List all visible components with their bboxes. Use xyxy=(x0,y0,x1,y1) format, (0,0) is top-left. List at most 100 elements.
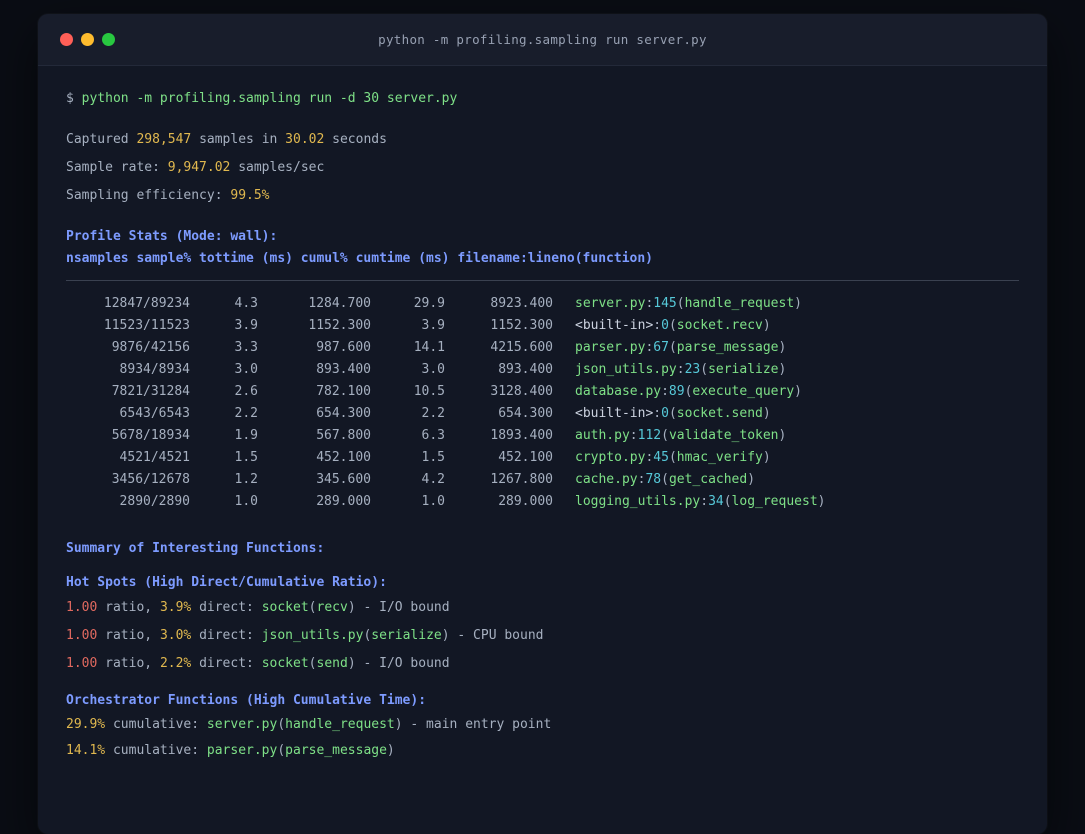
terminal-text-segment: ( xyxy=(308,656,317,671)
terminal-text-segment: nsamples sample% tottime (ms) cumul% cum… xyxy=(66,251,653,266)
table-cell: 1.2 xyxy=(234,472,258,487)
terminal-text-segment: ( xyxy=(661,428,669,443)
terminal-text-segment: socket.recv xyxy=(676,318,763,333)
terminal-text-segment: 112 xyxy=(637,428,662,443)
terminal-line-hotspot: 1.00 ratio, 3.9% direct: socket(recv) - … xyxy=(66,594,1019,622)
terminal-text-segment: parser.py xyxy=(575,340,646,355)
terminal-text-segment: execute_query xyxy=(692,384,795,399)
terminal-text-segment: ( xyxy=(668,406,677,421)
traffic-lights xyxy=(60,14,115,65)
terminal-text-segment: serialize xyxy=(708,362,779,377)
terminal-line-row: 7821/31284 2.6 782.100 10.5 3128.400 database… xyxy=(66,381,1019,403)
terminal-text-segment: - CPU bound xyxy=(449,628,544,643)
table-cell: 3.0 xyxy=(234,362,258,377)
table-cell: 654.300 xyxy=(498,406,553,421)
terminal-line-section-heading: Summary of Interesting Functions: xyxy=(66,538,1019,560)
terminal-text-segment: cumulative: xyxy=(105,717,207,732)
terminal-text-segment: hmac_verify xyxy=(676,450,763,465)
terminal-text-segment: 9,947.02 xyxy=(167,160,231,175)
table-cell: 3128.400 xyxy=(490,384,553,399)
terminal-line-row: 4521/4521 1.5 452.100 1.5 452.100 crypto.py:4… xyxy=(66,447,1019,469)
terminal-text-segment: $ xyxy=(66,91,82,106)
table-cell: 567.800 xyxy=(316,428,371,443)
table-cell: 345.600 xyxy=(316,472,371,487)
terminal-text-segment: 0 xyxy=(661,318,669,333)
table-cell: 2.2 xyxy=(234,406,258,421)
table-cell: 893.400 xyxy=(498,362,553,377)
terminal-text-segment: python -m profiling.sampling run -d 30 s… xyxy=(81,91,458,106)
terminal-text-segment: 3.9% xyxy=(159,600,192,615)
terminal-text-segment: get_cached xyxy=(668,472,748,487)
terminal-text-segment: ( xyxy=(277,717,286,732)
terminal-text-segment: server.py xyxy=(575,296,646,311)
terminal-line-row: 6543/6543 2.2 654.300 2.2 654.300 <built-in>:… xyxy=(66,403,1019,425)
terminal-line-divider xyxy=(66,280,1019,281)
table-cell: 6.3 xyxy=(421,428,445,443)
terminal-line-row: 8934/8934 3.0 893.400 3.0 893.400 json_utils.… xyxy=(66,359,1019,381)
table-cell-location: logging_utils.py:34(log_request) xyxy=(553,491,1019,513)
terminal-text-segment: serialize xyxy=(371,628,442,643)
terminal-text-segment: 34 xyxy=(708,494,724,509)
terminal-text-segment: 1.00 xyxy=(66,600,98,615)
terminal-line-row: 11523/11523 3.9 1152.300 3.9 1152.300 <built-… xyxy=(66,315,1019,337)
terminal-text-segment: samples in xyxy=(191,132,286,147)
terminal-text-segment: ( xyxy=(676,296,685,311)
table-cell: 14.1 xyxy=(413,340,445,355)
table-cell: 6543/6543 xyxy=(119,406,190,421)
terminal-line-hotspot: 1.00 ratio, 3.0% direct: json_utils.py(s… xyxy=(66,622,1019,650)
terminal-text-segment: recv xyxy=(316,600,348,615)
terminal-text-segment: crypto.py xyxy=(575,450,646,465)
terminal-text-segment: - main entry point xyxy=(402,717,552,732)
terminal-line-cmd: $ python -m profiling.sampling run -d 30… xyxy=(66,88,1019,110)
terminal-text-segment: ( xyxy=(668,340,677,355)
titlebar: python -m profiling.sampling run server.… xyxy=(38,14,1047,66)
terminal-text-segment: ) xyxy=(778,340,787,355)
terminal-text-segment: ) xyxy=(347,600,356,615)
window-title: python -m profiling.sampling run server.… xyxy=(378,32,707,47)
terminal-text-segment: 89 xyxy=(668,384,685,399)
terminal-text-segment: 45 xyxy=(653,450,669,465)
terminal-line-row: 3456/12678 1.2 345.600 4.2 1267.800 cache.py:… xyxy=(66,469,1019,491)
table-cell: 654.300 xyxy=(316,406,371,421)
terminal-text-segment: ( xyxy=(723,494,732,509)
table-cell: 4521/4521 xyxy=(119,450,190,465)
terminal-text-segment: socket.send xyxy=(676,406,763,421)
table-cell: 452.100 xyxy=(316,450,371,465)
terminal-line-table-header: nsamples sample% tottime (ms) cumul% cum… xyxy=(66,248,1019,270)
terminal-text-segment: 23 xyxy=(684,362,701,377)
table-cell-location: cache.py:78(get_cached) xyxy=(553,469,1019,491)
maximize-button[interactable] xyxy=(102,33,115,46)
terminal-text-segment: logging_utils.py xyxy=(575,494,701,509)
terminal-text-segment: handle_request xyxy=(285,717,395,732)
minimize-button[interactable] xyxy=(81,33,94,46)
terminal-text-segment: 2.2% xyxy=(159,656,192,671)
terminal-text-segment: auth.py xyxy=(575,428,630,443)
table-cell: 1.0 xyxy=(421,494,445,509)
table-cell: 1.5 xyxy=(421,450,445,465)
terminal-text-segment: 30.02 xyxy=(285,132,325,147)
table-cell-location: crypto.py:45(hmac_verify) xyxy=(553,447,1019,469)
table-cell-location: server.py:145(handle_request) xyxy=(553,293,1019,315)
table-cell: 4215.600 xyxy=(490,340,553,355)
terminal-text-segment: ) xyxy=(762,406,771,421)
terminal-text-segment: 14.1% xyxy=(66,743,106,758)
table-cell: 1152.300 xyxy=(490,318,553,333)
terminal-text-segment: Captured xyxy=(66,132,137,147)
table-cell: 3.3 xyxy=(234,340,258,355)
terminal-text-segment: - I/O bound xyxy=(355,600,450,615)
terminal-line-hotspot: 1.00 ratio, 2.2% direct: socket(send) - … xyxy=(66,650,1019,678)
table-cell: 10.5 xyxy=(413,384,445,399)
terminal-text-segment: ( xyxy=(661,472,669,487)
terminal-text-segment: handle_request xyxy=(684,296,795,311)
table-cell: 3456/12678 xyxy=(111,472,190,487)
terminal-text-segment: Profile Stats (Mode: wall): xyxy=(66,229,278,244)
terminal-text-segment: Hot Spots (High Direct/Cumulative Ratio)… xyxy=(66,575,387,590)
table-cell-location: <built-in>:0(socket.send) xyxy=(553,403,1019,425)
close-button[interactable] xyxy=(60,33,73,46)
table-cell: 29.9 xyxy=(413,296,445,311)
table-cell: 1284.700 xyxy=(308,296,371,311)
table-cell: 3.9 xyxy=(421,318,445,333)
table-cell: 2.2 xyxy=(421,406,445,421)
terminal-text-segment: ) xyxy=(747,472,756,487)
table-cell: 1.5 xyxy=(234,450,258,465)
